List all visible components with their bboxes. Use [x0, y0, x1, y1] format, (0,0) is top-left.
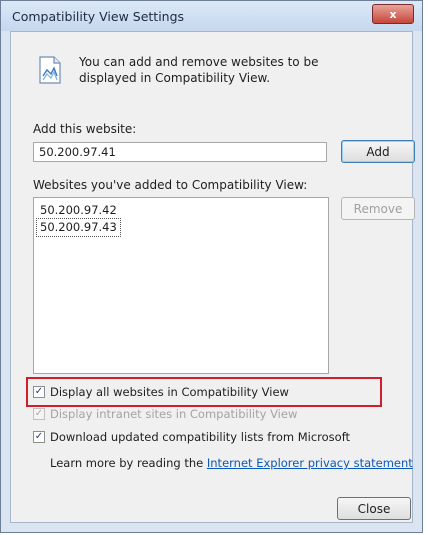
privacy-statement-link[interactable]: Internet Explorer privacy statement — [207, 456, 413, 470]
learn-more-row: Learn more by reading the Internet Explo… — [50, 456, 413, 470]
list-item[interactable]: 50.200.97.43 — [36, 218, 121, 237]
download-updated-label: Download updated compatibility lists fro… — [50, 430, 351, 444]
display-intranet-option: ✓ Display intranet sites in Compatibilit… — [33, 407, 297, 421]
info-description: You can add and remove websites to be di… — [79, 55, 319, 85]
display-intranet-checkbox: ✓ — [33, 408, 45, 420]
dialog-body: You can add and remove websites to be di… — [10, 31, 415, 523]
compatibility-page-icon — [39, 56, 61, 84]
compatibility-view-dialog: Compatibility View Settings x You can ad… — [0, 0, 423, 533]
download-updated-option[interactable]: ✓ Download updated compatibility lists f… — [33, 430, 350, 444]
close-icon: x — [389, 7, 397, 21]
download-updated-checkbox[interactable]: ✓ — [33, 431, 45, 443]
display-all-label: Display all websites in Compatibility Vi… — [50, 385, 289, 399]
close-button[interactable]: Close — [337, 497, 411, 520]
dialog-title: Compatibility View Settings — [12, 9, 185, 24]
title-bar: Compatibility View Settings x — [1, 1, 422, 31]
websites-listbox[interactable]: 50.200.97.42 50.200.97.43 — [33, 197, 329, 374]
learn-more-text: Learn more by reading the — [50, 456, 204, 470]
list-item[interactable]: 50.200.97.42 — [37, 202, 120, 219]
display-intranet-label: Display intranet sites in Compatibility … — [50, 407, 298, 421]
display-all-checkbox[interactable]: ✓ — [33, 386, 45, 398]
close-window-button[interactable]: x — [372, 4, 414, 24]
add-website-label: Add this website: — [33, 122, 137, 136]
remove-button[interactable]: Remove — [341, 197, 415, 220]
add-website-input[interactable]: 50.200.97.41 — [33, 142, 327, 162]
add-button[interactable]: Add — [341, 140, 415, 163]
websites-list-label: Websites you've added to Compatibility V… — [33, 178, 308, 192]
display-all-websites-option[interactable]: ✓ Display all websites in Compatibility … — [33, 385, 289, 399]
